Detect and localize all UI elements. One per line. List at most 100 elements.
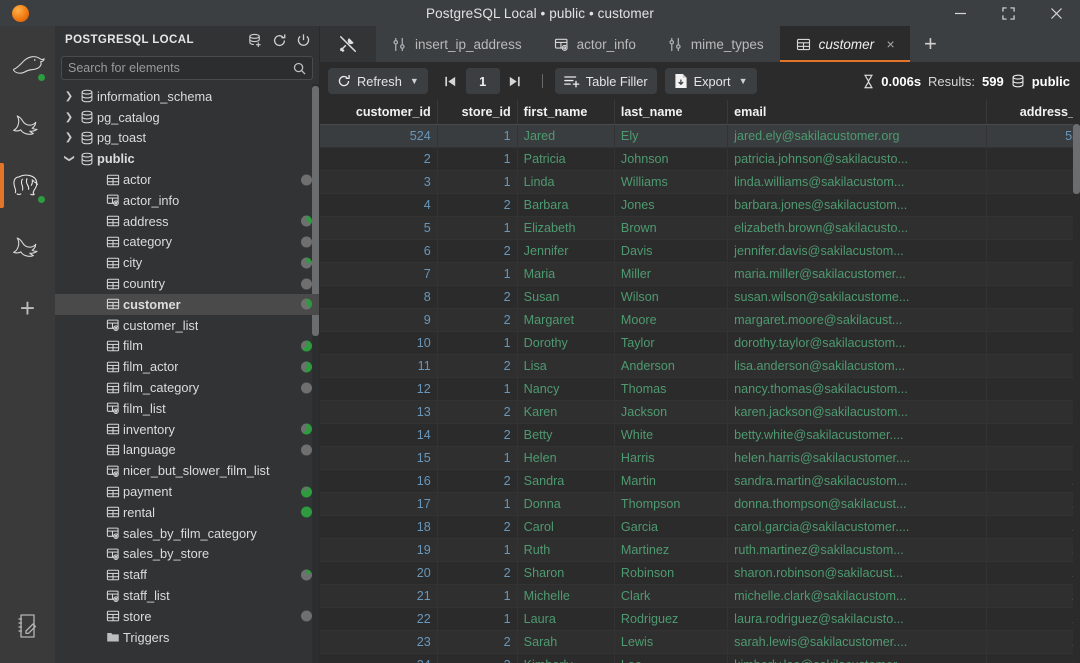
tree-item-staff[interactable]: staff [55, 564, 319, 585]
cell-store_id[interactable]: 2 [437, 423, 518, 447]
cell-store_id[interactable]: 2 [437, 400, 518, 424]
maximize-button[interactable] [984, 0, 1032, 26]
cell-address_id[interactable]: 8 [986, 193, 1080, 217]
tree-item-film[interactable]: film [55, 336, 319, 357]
cell-customer_id[interactable]: 20 [320, 561, 438, 585]
cell-address_id[interactable]: 21 [986, 492, 1080, 516]
cell-last_name[interactable]: Thomas [614, 377, 729, 401]
cell-first_name[interactable]: Linda [517, 170, 615, 194]
tree-item-rental[interactable]: rental [55, 502, 319, 523]
table-row[interactable]: 3 1 Linda Williams linda.williams@sakilacust… [320, 170, 1080, 194]
table-row[interactable]: 6 2 Jennifer Davis jennifer.davis@sakilacust… [320, 239, 1080, 263]
tree-item-customer_list[interactable]: customer_list [55, 315, 319, 336]
cell-store_id[interactable]: 2 [437, 469, 518, 493]
cell-customer_id[interactable]: 11 [320, 354, 438, 378]
grid-scrollbar[interactable] [1073, 100, 1080, 663]
chevron-right-icon[interactable]: ❯ [61, 112, 77, 123]
tree-item-film_category[interactable]: film_category [55, 377, 319, 398]
table-row[interactable]: 9 2 Margaret Moore margaret.moore@sakilacust… [320, 308, 1080, 332]
cell-store_id[interactable]: 1 [437, 262, 518, 286]
column-header-address_id[interactable]: address_id [986, 100, 1080, 125]
chevron-right-icon[interactable]: ❯ [61, 91, 77, 102]
cell-customer_id[interactable]: 18 [320, 515, 438, 539]
tree-item-information_schema[interactable]: ❯ information_schema [55, 86, 319, 107]
cell-address_id[interactable]: 24 [986, 561, 1080, 585]
tree-item-store[interactable]: store [55, 606, 319, 627]
cell-address_id[interactable]: 530 [986, 124, 1080, 148]
tree-item-address[interactable]: address [55, 211, 319, 232]
cell-last_name[interactable]: Garcia [614, 515, 729, 539]
cell-address_id[interactable]: 9 [986, 216, 1080, 240]
cell-first_name[interactable]: Michelle [517, 584, 615, 608]
tree-item-film_list[interactable]: film_list [55, 398, 319, 419]
cell-customer_id[interactable]: 19 [320, 538, 438, 562]
table-row[interactable]: 10 1 Dorothy Taylor dorothy.taylor@sakilacus… [320, 331, 1080, 355]
table-row[interactable]: 15 1 Helen Harris helen.harris@sakilacustome… [320, 446, 1080, 470]
cell-last_name[interactable]: Thompson [614, 492, 729, 516]
cell-customer_id[interactable]: 14 [320, 423, 438, 447]
table-row[interactable]: 242KimberlyLeekimberly.lee@sakilacustome… [320, 653, 1080, 663]
cell-customer_id[interactable]: 23 [320, 630, 438, 654]
cell-first_name[interactable]: Nancy [517, 377, 615, 401]
cell-first_name[interactable]: Carol [517, 515, 615, 539]
cell-last_name[interactable]: Robinson [614, 561, 729, 585]
cell-address_id[interactable]: 23 [986, 538, 1080, 562]
page-number[interactable]: 1 [465, 68, 500, 94]
close-tab-button[interactable]: × [886, 36, 894, 52]
column-header-last_name[interactable]: last_name [614, 100, 729, 125]
cell-email[interactable]: susan.wilson@sakilacustome... [727, 285, 987, 309]
cell-customer_id[interactable]: 5 [320, 216, 438, 240]
cell-first_name[interactable]: Sharon [517, 561, 615, 585]
table-row[interactable]: 11 2 Lisa Anderson lisa.anderson@sakilacusto… [320, 354, 1080, 378]
cell-email[interactable]: nancy.thomas@sakilacustom... [727, 377, 987, 401]
cell-customer_id[interactable]: 16 [320, 469, 438, 493]
cell-address_id[interactable]: 26 [986, 607, 1080, 631]
cell-store_id[interactable]: 2 [437, 354, 518, 378]
cell-email[interactable]: linda.williams@sakilacustom... [727, 170, 987, 194]
cell-store_id[interactable]: 1 [437, 147, 518, 171]
cell-last_name[interactable]: White [614, 423, 729, 447]
cell-store_id[interactable]: 1 [437, 170, 518, 194]
notes-button[interactable] [0, 598, 55, 653]
cell-first_name[interactable]: Susan [517, 285, 615, 309]
table-filler-button[interactable]: Table Filler [554, 68, 657, 94]
cell-first_name[interactable]: Kimberly [517, 653, 615, 663]
table-row[interactable]: 18 2 Carol Garcia carol.garcia@sakilacustome… [320, 515, 1080, 539]
table-row[interactable]: 22 1 Laura Rodriguez laura.rodriguez@sakilac… [320, 607, 1080, 631]
cell-store_id[interactable]: 2 [437, 653, 518, 663]
cell-email[interactable]: jared.ely@sakilacustomer.org [727, 124, 987, 148]
cell-email[interactable]: michelle.clark@sakilacustom... [727, 584, 987, 608]
cell-address_id[interactable]: 12 [986, 285, 1080, 309]
cell-address_id[interactable]: 6 [986, 147, 1080, 171]
cell-store_id[interactable]: 2 [437, 515, 518, 539]
cell-store_id[interactable]: 2 [437, 285, 518, 309]
cell-store_id[interactable]: 2 [437, 308, 518, 332]
cell-customer_id[interactable]: 24 [320, 653, 438, 663]
cell-store_id[interactable]: 1 [437, 124, 518, 148]
column-header-first_name[interactable]: first_name [517, 100, 615, 125]
cell-customer_id[interactable]: 3 [320, 170, 438, 194]
cell-first_name[interactable]: Betty [517, 423, 615, 447]
cell-last_name[interactable]: Jackson [614, 400, 729, 424]
tree-item-pg_toast[interactable]: ❯ pg_toast [55, 128, 319, 149]
cell-last_name[interactable]: Moore [614, 308, 729, 332]
cell-address_id[interactable]: 25 [986, 584, 1080, 608]
cell-store_id[interactable]: 1 [437, 607, 518, 631]
table-row[interactable]: 4 2 Barbara Jones barbara.jones@sakilacustom… [320, 193, 1080, 217]
table-row[interactable]: 5 1 Elizabeth Brown elizabeth.brown@sakilacu… [320, 216, 1080, 240]
cell-customer_id[interactable]: 10 [320, 331, 438, 355]
tree-item-inventory[interactable]: inventory [55, 419, 319, 440]
cell-first_name[interactable]: Lisa [517, 354, 615, 378]
cell-email[interactable]: lisa.anderson@sakilacustom... [727, 354, 987, 378]
cell-store_id[interactable]: 2 [437, 561, 518, 585]
tree-item-triggers[interactable]: Triggers [55, 627, 319, 648]
tree-item-public[interactable]: ❯ public [55, 148, 319, 169]
table-row[interactable]: 17 1 Donna Thompson donna.thompson@sakilacus… [320, 492, 1080, 516]
cell-customer_id[interactable]: 22 [320, 607, 438, 631]
cell-first_name[interactable]: Laura [517, 607, 615, 631]
cell-customer_id[interactable]: 13 [320, 400, 438, 424]
cell-address_id[interactable]: 28 [986, 653, 1080, 663]
cell-email[interactable]: maria.miller@sakilacustomer... [727, 262, 987, 286]
table-row[interactable]: 19 1 Ruth Martinez ruth.martinez@sakilacusto… [320, 538, 1080, 562]
cell-first_name[interactable]: Margaret [517, 308, 615, 332]
